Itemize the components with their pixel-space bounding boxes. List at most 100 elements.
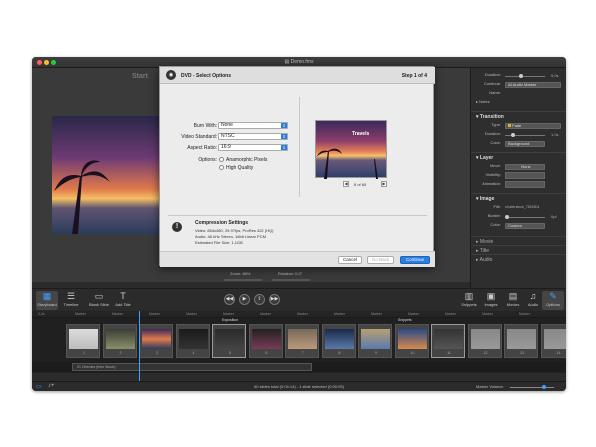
audio-icon: ♫	[529, 291, 537, 301]
t-duration-slider[interactable]	[505, 133, 545, 137]
layer-section[interactable]: ▾ Layer	[471, 152, 566, 161]
images-label: Images	[484, 302, 498, 307]
visibility-label: Visibility:	[485, 172, 502, 177]
duration-slider[interactable]	[505, 74, 545, 78]
standard-label: Video Standard:	[181, 134, 217, 140]
options-label: Options	[546, 302, 560, 307]
cancel-button[interactable]: Cancel	[338, 256, 362, 264]
audio-track[interactable]: 01 Cherubs (Intro Music)	[32, 362, 566, 372]
master-volume-knob[interactable]	[542, 385, 546, 389]
add-title-button[interactable]: T Add Title	[112, 291, 134, 310]
anamorphic-radio[interactable]	[219, 157, 224, 162]
clip-number: 9	[375, 351, 377, 355]
duration-slider-knob[interactable]	[519, 74, 523, 78]
title-section[interactable]: ▸ Title	[471, 245, 566, 254]
high-quality-radio[interactable]	[219, 165, 224, 170]
transition-section[interactable]: ▾ Transition	[471, 111, 566, 120]
ruler-tick: Marker	[445, 312, 456, 316]
movie-section[interactable]: ▸ Movie	[471, 236, 566, 245]
fast-forward-icon: ▶▶	[270, 296, 279, 302]
exposition-label: Exposition	[222, 318, 239, 322]
standard-select[interactable]: NTSC ⇕	[218, 133, 288, 140]
slide-clip[interactable]: 3	[139, 324, 173, 358]
slide-clip[interactable]: 5	[212, 324, 246, 358]
border-slider-knob[interactable]	[505, 215, 509, 219]
fast-forward-button[interactable]: ▶▶	[269, 294, 280, 305]
zoom-slider[interactable]	[224, 279, 262, 281]
slide-clip[interactable]: 10	[394, 324, 429, 358]
slide-clip[interactable]: 12	[467, 324, 502, 358]
continue-label: Continue:	[483, 81, 501, 86]
aspect-label: Aspect Ratio:	[187, 145, 217, 151]
slide-clip[interactable]: 6	[248, 324, 283, 358]
images-button[interactable]: ▣ Images	[480, 291, 502, 310]
audio-section[interactable]: ▸ Audio	[471, 254, 566, 263]
slide-clip[interactable]: 9	[358, 324, 392, 358]
rewind-icon: ◀◀	[225, 296, 234, 302]
share-button[interactable]: ⇪	[254, 294, 265, 305]
zoom-rotation-bar: Zoom: 88% Rotation: 0,0°	[212, 271, 322, 281]
border-slider[interactable]	[505, 215, 545, 219]
preview-prev-button[interactable]: ◀	[343, 181, 349, 187]
playhead[interactable]	[139, 311, 140, 381]
dvd-icon: ◉	[166, 70, 176, 80]
timeline-ruler[interactable]: 0,0s Marker Marker Marker Marker Marker Marker…	[32, 311, 566, 318]
notes-disclosure[interactable]: ▸ Notes	[471, 99, 566, 107]
clip-thumbnail	[361, 329, 390, 349]
clip-number: 6	[265, 351, 268, 355]
preview-page: 8 of 60	[354, 182, 367, 187]
image-title: Image	[479, 196, 495, 202]
movies-icon: ▤	[508, 291, 518, 301]
slide-clip[interactable]: 8	[321, 324, 356, 358]
go-back-button[interactable]: Go Back	[367, 256, 394, 264]
play-button[interactable]: ▶	[239, 294, 250, 305]
rewind-button[interactable]: ◀◀	[224, 294, 235, 305]
snippets-icon: ▥	[464, 291, 474, 301]
slide-clip[interactable]: 1	[66, 324, 100, 358]
add-title-label: Add Title	[115, 302, 131, 307]
color-popup[interactable]: Background	[505, 141, 545, 147]
storyboard-button[interactable]: ▦ Storyboard	[36, 291, 58, 310]
slide-clip[interactable]: 13	[504, 324, 538, 358]
audio-button[interactable]: ♫ Audio	[522, 291, 544, 310]
continue-button[interactable]: Continue	[400, 256, 430, 264]
rotation-slider[interactable]	[272, 279, 310, 281]
slide-clip[interactable]: 14	[540, 324, 566, 358]
animation-curve[interactable]	[505, 181, 545, 188]
t-duration-label: Duration:	[484, 131, 501, 136]
compression-video: Video: 854x480, 29.97fps, ProRes 422 (HQ…	[195, 228, 274, 233]
type-popup[interactable]: Fade	[505, 123, 561, 129]
slide-clip[interactable]: 7	[285, 324, 319, 358]
audio-clip[interactable]: 01 Cherubs (Intro Music)	[72, 363, 312, 371]
master-volume-slider[interactable]	[510, 385, 554, 389]
anamorphic-label: Anamorphic Pixels	[226, 157, 268, 163]
blank-slide-button[interactable]: ▭ Blank Slide	[88, 291, 110, 310]
snippets-label: Snippets	[461, 302, 477, 307]
move-popup[interactable]: None	[505, 164, 545, 170]
slide-clip[interactable]: 11	[431, 324, 465, 358]
transition-title: Transition	[479, 114, 504, 120]
burn-select[interactable]: None ⇕	[218, 122, 288, 129]
ruler-tick: 0,0s	[38, 312, 45, 316]
image-color-popup[interactable]: Custom	[505, 223, 545, 229]
slide-clip[interactable]: 2	[102, 324, 137, 358]
timeline-button[interactable]: ☰ Timeline	[60, 291, 82, 310]
type-value: Fade	[512, 123, 522, 128]
move-row: Move: None	[471, 163, 566, 171]
image-section[interactable]: ▾ Image	[471, 193, 566, 202]
snippets-button[interactable]: ▥ Snippets	[458, 291, 480, 310]
preview-next-button[interactable]: ▶	[381, 181, 387, 187]
visibility-curve[interactable]	[505, 172, 545, 179]
window-title: ▤ Demo.fms	[32, 59, 566, 65]
audio-title: Audio	[479, 257, 493, 263]
continue-popup[interactable]: At Audio Marker	[505, 82, 561, 88]
image-color-label: Color:	[490, 222, 501, 227]
slide-clip[interactable]: 4	[175, 324, 210, 358]
aspect-select[interactable]: 16:9 ⇕	[218, 144, 288, 151]
clip-number: 13	[520, 351, 524, 355]
movies-button[interactable]: ▤ Movies	[502, 291, 524, 310]
t-duration-slider-knob[interactable]	[511, 133, 515, 137]
images-icon: ▣	[486, 291, 496, 301]
options-button[interactable]: ✎ Options	[542, 291, 564, 310]
ruler-tick: Marker	[482, 312, 493, 316]
